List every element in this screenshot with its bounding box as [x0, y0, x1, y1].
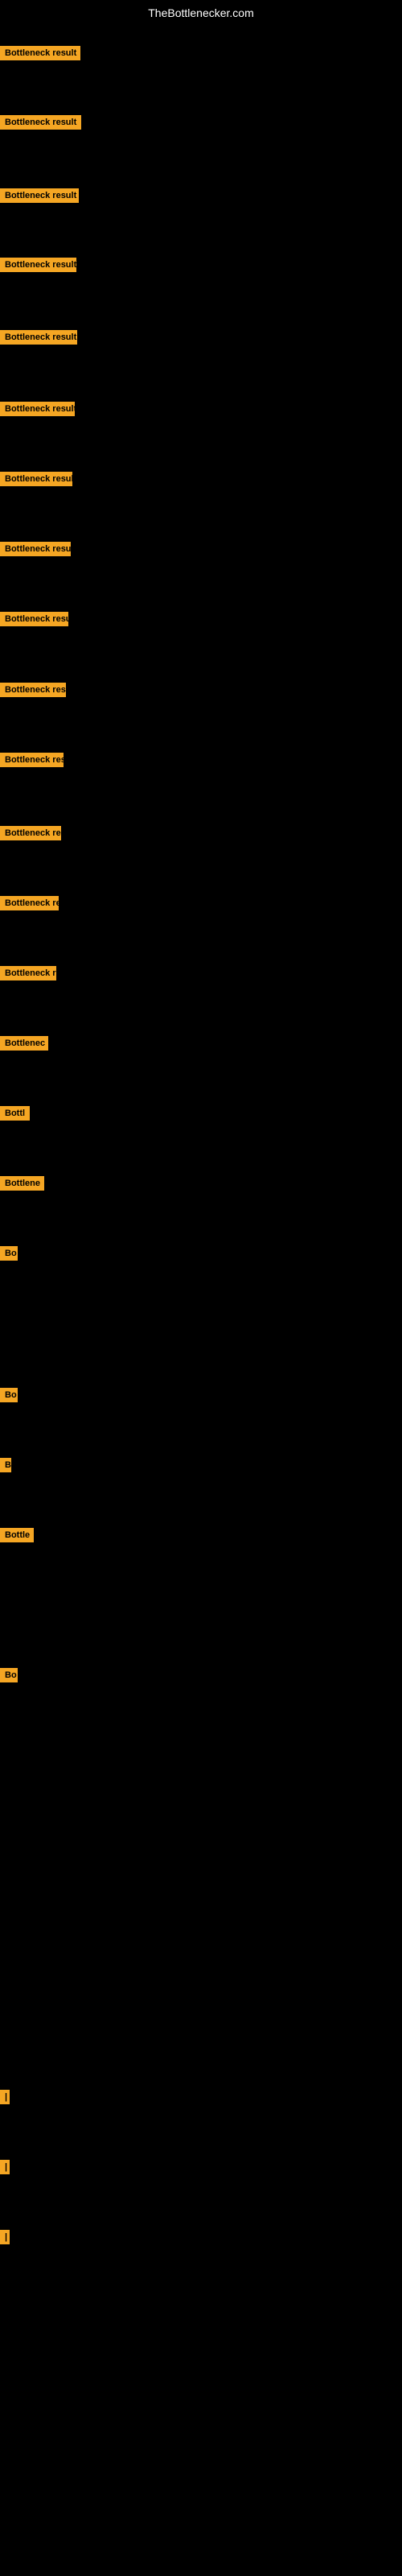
badge-3[interactable]: Bottleneck result: [0, 188, 79, 203]
badge-19[interactable]: Bo: [0, 1388, 18, 1402]
badge-5[interactable]: Bottleneck result: [0, 330, 77, 345]
badge-20[interactable]: B: [0, 1458, 11, 1472]
badge-13[interactable]: Bottleneck res: [0, 896, 59, 910]
badge-25[interactable]: |: [0, 2230, 10, 2244]
badge-22[interactable]: Bo: [0, 1668, 18, 1682]
badge-2[interactable]: Bottleneck result: [0, 115, 81, 130]
badge-12[interactable]: Bottleneck res: [0, 826, 61, 840]
badge-8[interactable]: Bottleneck result: [0, 542, 71, 556]
badge-23[interactable]: |: [0, 2090, 10, 2104]
badge-15[interactable]: Bottlenec: [0, 1036, 48, 1051]
badge-11[interactable]: Bottleneck resu: [0, 753, 64, 767]
badge-14[interactable]: Bottleneck re: [0, 966, 56, 980]
badge-10[interactable]: Bottleneck resu: [0, 683, 66, 697]
badge-21[interactable]: Bottle: [0, 1528, 34, 1542]
badge-9[interactable]: Bottleneck result: [0, 612, 68, 626]
badge-16[interactable]: Bottl: [0, 1106, 30, 1121]
badge-17[interactable]: Bottlene: [0, 1176, 44, 1191]
badge-24[interactable]: |: [0, 2160, 10, 2174]
badge-7[interactable]: Bottleneck result: [0, 472, 72, 486]
badge-18[interactable]: Bo: [0, 1246, 18, 1261]
badge-1[interactable]: Bottleneck result: [0, 46, 80, 60]
badge-4[interactable]: Bottleneck result: [0, 258, 76, 272]
site-title: TheBottlenecker.com: [0, 0, 402, 23]
badge-6[interactable]: Bottleneck result: [0, 402, 75, 416]
